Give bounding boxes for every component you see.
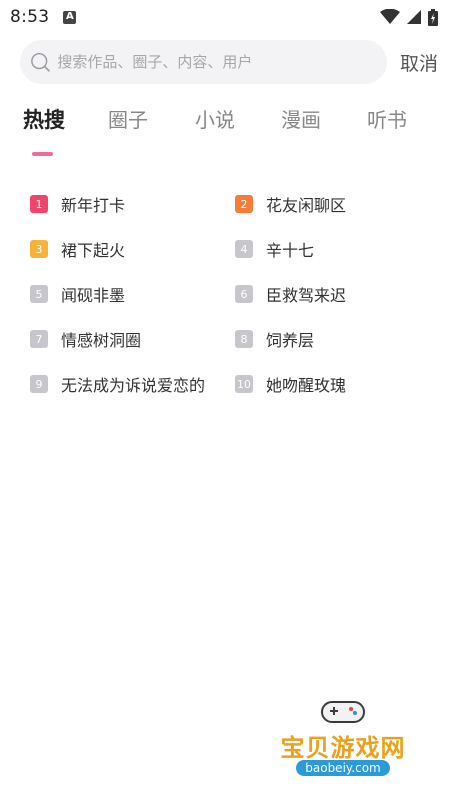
category-tabs: 热搜 圈子 小说 漫画 听书 <box>0 98 450 168</box>
search-box[interactable] <box>20 40 387 84</box>
list-item[interactable]: 7 情感树洞圈 <box>30 325 141 353</box>
notification-icon: A <box>63 10 77 24</box>
gamepad-icon <box>321 701 365 723</box>
status-left: 8:53 A <box>10 7 77 27</box>
item-title: 闻砚非墨 <box>61 286 126 305</box>
list-item[interactable]: 8 饲养层 <box>235 325 314 353</box>
list-item[interactable]: 10 她吻醒玫瑰 <box>235 370 346 398</box>
rank-badge: 10 <box>235 375 253 393</box>
item-title: 情感树洞圈 <box>61 331 142 350</box>
watermark-logo: 宝贝游戏网 baobeiy.com <box>268 696 418 786</box>
list-item[interactable]: 3 裙下起火 <box>30 235 125 263</box>
hot-search-list: 1 新年打卡 2 花友闲聊区 3 裙下起火 4 辛十七 5 闻砚非墨 6 臣救驾… <box>0 178 450 418</box>
rank-badge: 3 <box>30 240 48 258</box>
list-item[interactable]: 4 辛十七 <box>235 235 314 263</box>
item-title: 无法成为诉说爱恋的 <box>61 376 206 395</box>
status-right <box>380 8 438 26</box>
list-item[interactable]: 9 无法成为诉说爱恋的 <box>30 370 205 398</box>
tab-circles[interactable]: 圈子 <box>108 104 148 133</box>
watermark-text: 宝贝游戏网 <box>280 734 406 762</box>
watermark-url: baobeiy.com <box>296 760 390 776</box>
cancel-button[interactable]: 取消 <box>387 49 438 76</box>
rank-badge: 7 <box>30 330 48 348</box>
list-item[interactable]: 2 花友闲聊区 <box>235 190 346 218</box>
item-title: 辛十七 <box>266 241 315 260</box>
wifi-icon <box>380 9 400 24</box>
list-item[interactable]: 5 闻砚非墨 <box>30 280 125 308</box>
rank-badge: 2 <box>235 195 253 213</box>
rank-badge: 4 <box>235 240 253 258</box>
item-title: 饲养层 <box>266 331 315 350</box>
search-icon <box>31 52 50 72</box>
signal-icon <box>407 10 421 24</box>
tab-novels[interactable]: 小说 <box>195 104 235 133</box>
rank-badge: 6 <box>235 285 253 303</box>
rank-badge: 8 <box>235 330 253 348</box>
battery-icon <box>428 8 438 26</box>
item-title: 裙下起火 <box>61 241 126 260</box>
search-row: 取消 <box>0 40 450 84</box>
status-time: 8:53 <box>10 7 50 27</box>
active-tab-indicator <box>32 152 53 156</box>
rank-badge: 1 <box>30 195 48 213</box>
item-title: 新年打卡 <box>61 196 126 215</box>
search-input[interactable] <box>57 53 387 71</box>
list-item[interactable]: 6 臣救驾来迟 <box>235 280 346 308</box>
status-bar: 8:53 A <box>0 0 450 34</box>
item-title: 臣救驾来迟 <box>266 286 347 305</box>
rank-badge: 5 <box>30 285 48 303</box>
item-title: 花友闲聊区 <box>266 196 347 215</box>
tab-audiobooks[interactable]: 听书 <box>367 104 407 133</box>
tab-comics[interactable]: 漫画 <box>281 104 321 133</box>
item-title: 她吻醒玫瑰 <box>266 376 347 395</box>
list-item[interactable]: 1 新年打卡 <box>30 190 125 218</box>
tab-hot-search[interactable]: 热搜 <box>23 104 65 134</box>
rank-badge: 9 <box>30 375 48 393</box>
